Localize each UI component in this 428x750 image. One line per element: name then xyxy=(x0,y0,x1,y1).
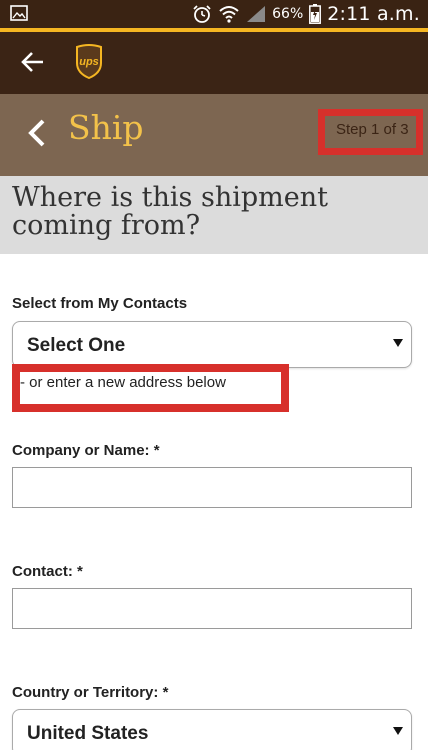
svg-text:ups: ups xyxy=(79,56,99,68)
contacts-label: Select from My Contacts xyxy=(12,295,188,312)
app-toolbar: ups xyxy=(0,32,428,94)
country-label: Country or Territory: * xyxy=(12,684,169,701)
company-name-input[interactable] xyxy=(12,467,412,508)
contacts-select[interactable]: Select One xyxy=(12,321,412,368)
status-time: 2:11 a.m. xyxy=(327,3,420,25)
arrow-left-icon[interactable] xyxy=(20,49,46,75)
alarm-icon xyxy=(193,5,211,23)
step-indicator: Step 1 of 3 xyxy=(336,121,409,138)
status-right: 66% 2:11 a.m. xyxy=(192,0,420,28)
dropdown-arrow-icon xyxy=(393,339,403,347)
contact-label: Contact: * xyxy=(12,563,83,580)
battery-percent: 66% xyxy=(272,6,304,22)
wifi-icon xyxy=(219,6,239,23)
status-bar: 66% 2:11 a.m. xyxy=(0,0,428,28)
signal-icon xyxy=(247,6,266,22)
contacts-select-value: Select One xyxy=(27,335,126,356)
ups-logo-icon: ups xyxy=(76,44,102,79)
contact-input[interactable] xyxy=(12,588,412,629)
company-label: Company or Name: * xyxy=(12,442,160,459)
country-select[interactable]: United States xyxy=(12,709,412,750)
dropdown-arrow-icon xyxy=(393,727,403,735)
question-heading: Where is this shipment coming from? xyxy=(12,182,328,241)
page-title: Ship xyxy=(68,108,144,147)
chevron-left-icon[interactable] xyxy=(26,118,48,148)
new-address-hint: - or enter a new address below xyxy=(20,374,226,391)
gallery-icon xyxy=(10,5,28,21)
country-select-value: United States xyxy=(27,723,149,744)
battery-icon xyxy=(309,4,322,24)
